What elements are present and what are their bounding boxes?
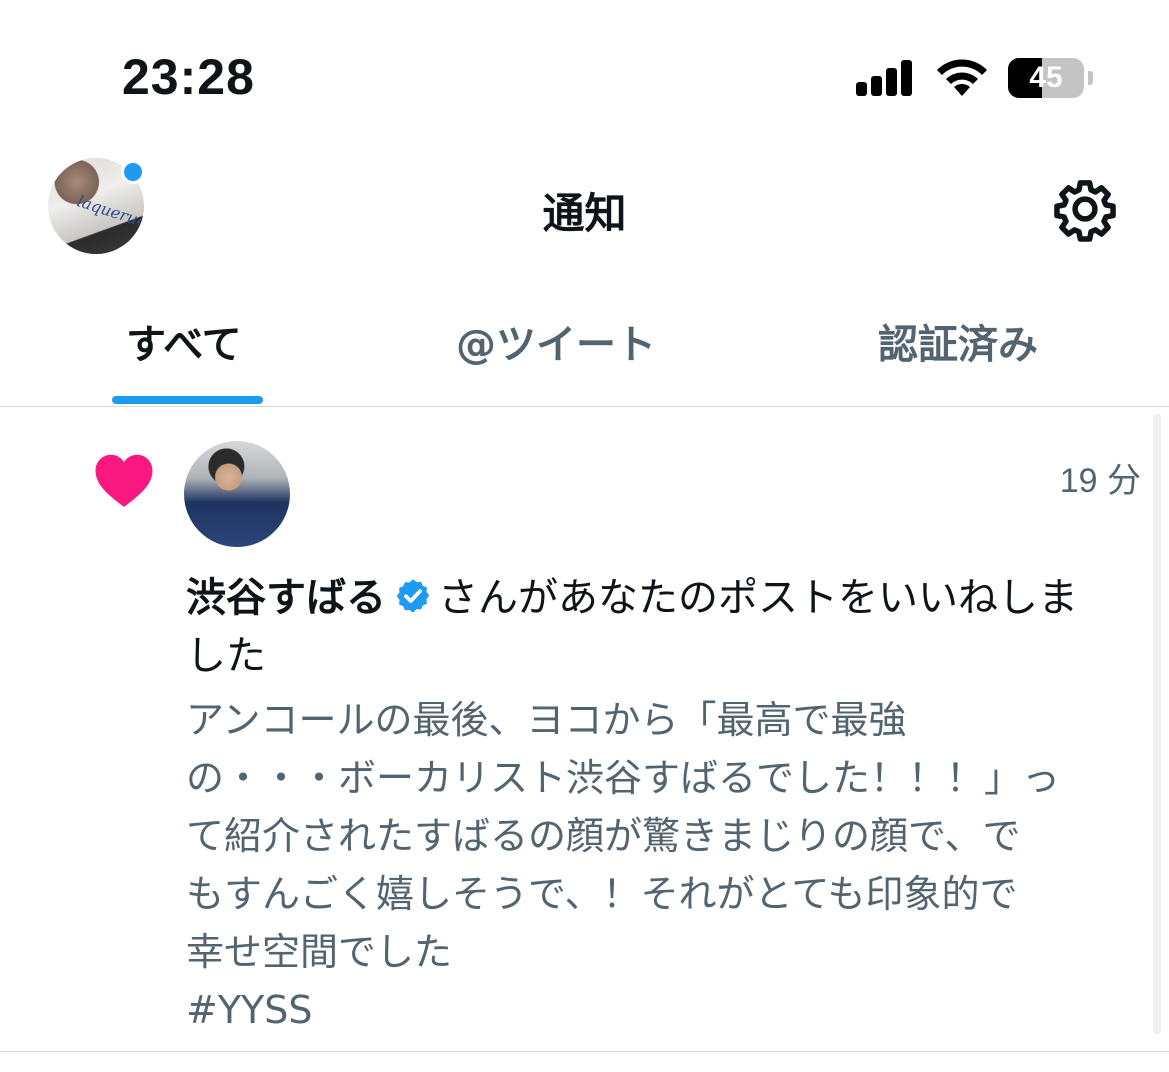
tweet-line: の・・・ボーカリスト渋谷すばるでした！！！」っ <box>186 756 1061 800</box>
heart-icon <box>95 454 153 507</box>
top-header: laquerue 通知 <box>0 140 1169 280</box>
user-avatar[interactable] <box>184 441 290 547</box>
battery-percent: 45 <box>1029 61 1063 94</box>
verified-badge-icon <box>396 579 430 613</box>
action-text-line1: さんがあなたのポストをいいねしま <box>438 575 1078 621</box>
tab-verified[interactable]: 認証済み <box>878 312 1038 370</box>
status-bar: 23:28 45 <box>0 0 1169 130</box>
tweet-line: もすんごく嬉しそうで、！それがとても印象的で <box>186 872 1018 916</box>
notification-time: 19 分 <box>1059 462 1141 500</box>
tab-mentions[interactable]: @ツイート <box>456 312 656 370</box>
tweet-line: アンコールの最後、ヨコから「最高で最強 <box>186 698 907 742</box>
tab-all[interactable]: すべて <box>126 312 242 370</box>
tweet-line: て紹介されたすばるの顔が驚きまじりの顔で、で <box>186 814 1021 858</box>
status-time: 23:28 <box>122 49 255 105</box>
user-name[interactable]: 渋谷すばる <box>186 575 386 621</box>
notification-tabs: すべて @ツイート 認証済み <box>0 290 1169 407</box>
settings-gear-icon[interactable] <box>1052 176 1118 242</box>
scrollbar[interactable] <box>1153 414 1161 1034</box>
page-title: 通知 <box>542 189 627 238</box>
active-tab-indicator <box>112 396 263 404</box>
notification-item[interactable]: 19 分 渋谷すばる さんがあなたのポストをいいねしま した アンコールの最後、… <box>0 407 1169 1052</box>
hashtag[interactable]: #YYSS <box>186 981 1146 1039</box>
tweet-line: 幸せ空間でした <box>186 930 453 974</box>
notification-headline: 渋谷すばる さんがあなたのポストをいいねしま した <box>186 569 1136 685</box>
action-text-line2: した <box>186 633 266 679</box>
cellular-signal-icon <box>856 60 914 96</box>
wifi-icon <box>937 59 987 96</box>
battery-icon: 45 <box>1008 58 1093 98</box>
liked-tweet-text: アンコールの最後、ヨコから「最高で最強 の・・・ボーカリスト渋谷すばるでした！！… <box>186 691 1146 1039</box>
